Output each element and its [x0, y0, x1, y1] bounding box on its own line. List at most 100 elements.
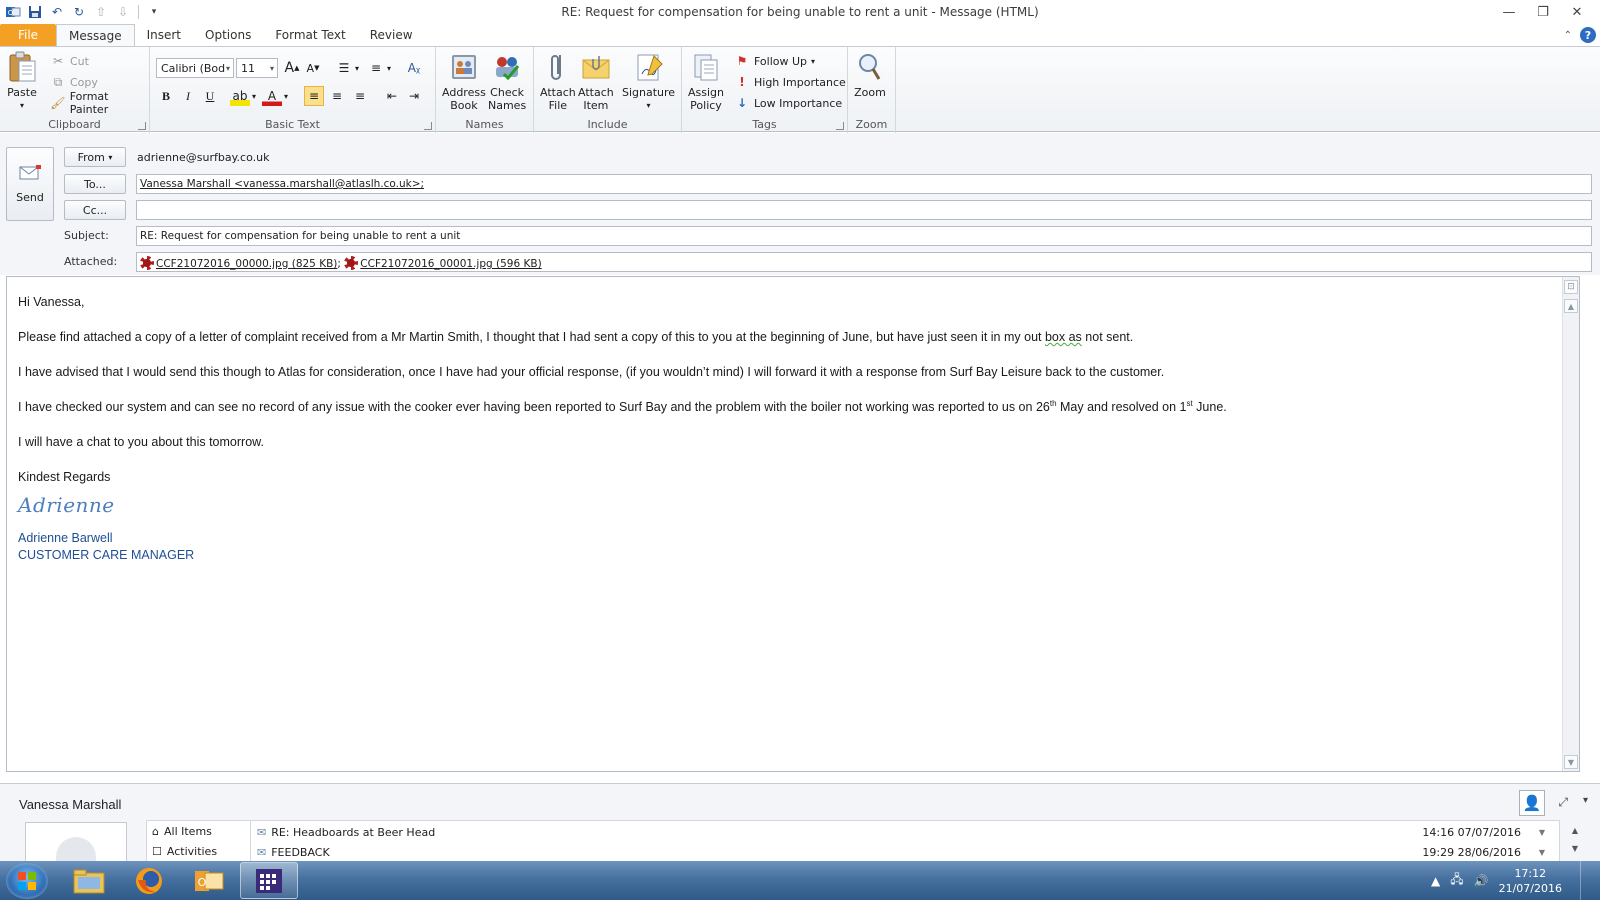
shrink-font-icon[interactable]: A ▼: [303, 58, 323, 78]
cut-button[interactable]: ✂ Cut: [50, 51, 89, 71]
highlight-icon[interactable]: ab: [230, 86, 250, 106]
tab-review[interactable]: Review: [358, 24, 425, 46]
tags-dialog-launcher[interactable]: [836, 122, 844, 130]
body-scrollbar[interactable]: ⊡ ▲ ▼: [1562, 277, 1579, 771]
paste-label: Paste: [7, 86, 37, 99]
redo-icon[interactable]: ↻: [70, 3, 88, 21]
show-hidden-icons-icon[interactable]: ▲: [1431, 874, 1440, 888]
italic-icon[interactable]: I: [178, 86, 198, 106]
paste-button[interactable]: Paste ▾: [6, 51, 38, 112]
undo-icon[interactable]: ↶: [48, 3, 66, 21]
assign-policy-button[interactable]: Assign Policy: [688, 51, 724, 112]
close-button[interactable]: ✕: [1560, 2, 1594, 22]
align-left-icon[interactable]: ≡: [304, 86, 324, 106]
names-group: Address Book Check Names Names: [436, 47, 534, 133]
align-center-icon[interactable]: ≡: [327, 86, 347, 106]
restore-button[interactable]: ❐: [1526, 2, 1560, 22]
tab-activities[interactable]: ☐ Activities: [147, 841, 250, 861]
underline-icon[interactable]: U: [200, 86, 220, 106]
font-name-combo[interactable]: Calibri (Bod ▾: [156, 58, 234, 78]
save-icon[interactable]: [26, 3, 44, 21]
numbering-icon[interactable]: ≡: [366, 58, 386, 78]
decrease-indent-icon[interactable]: ⇤: [382, 86, 402, 106]
copy-button[interactable]: ⧉ Copy: [50, 72, 98, 92]
next-item-icon[interactable]: ⇩: [114, 3, 132, 21]
basic-text-dialog-launcher[interactable]: [424, 122, 432, 130]
clipboard-dialog-launcher[interactable]: [138, 122, 146, 130]
cc-field[interactable]: [136, 200, 1592, 220]
chevron-down-icon[interactable]: ▾: [384, 58, 394, 78]
list-item[interactable]: ✉ FEEDBACK 19:29 28/06/2016 ▼: [257, 843, 1551, 861]
chevron-down-icon[interactable]: ▾: [249, 86, 259, 106]
tab-options[interactable]: Options: [193, 24, 263, 46]
cut-label: Cut: [70, 54, 89, 68]
attach-file-button[interactable]: Attach File: [540, 51, 576, 112]
ruler-toggle-icon[interactable]: ⊡: [1564, 280, 1578, 294]
customize-qat-icon[interactable]: ▾: [145, 3, 163, 21]
low-importance-button[interactable]: ↓ Low Importance: [734, 93, 842, 113]
follow-up-button[interactable]: ⚑ Follow Up ▾: [734, 51, 815, 71]
chevron-down-icon[interactable]: ▼: [1539, 848, 1545, 857]
format-painter-button[interactable]: 🖌 Format Painter: [50, 90, 149, 116]
scissors-icon: ✂: [52, 54, 64, 68]
increase-indent-icon[interactable]: ⇥: [404, 86, 424, 106]
cc-button[interactable]: Cc...: [64, 200, 126, 220]
contact-avatar-icon[interactable]: 👤: [1519, 790, 1545, 816]
chevron-down-icon[interactable]: ▾: [352, 58, 362, 78]
chevron-down-icon: ▾: [108, 152, 113, 162]
zoom-button[interactable]: Zoom: [854, 51, 886, 99]
show-desktop-button[interactable]: [1580, 861, 1592, 900]
align-right-icon[interactable]: ≡: [350, 86, 370, 106]
help-icon[interactable]: ?: [1580, 27, 1596, 43]
chevron-down-icon[interactable]: ▼: [1539, 828, 1545, 837]
tab-file[interactable]: File: [0, 24, 56, 46]
scroll-down-icon[interactable]: ▼: [1572, 840, 1578, 858]
chevron-down-icon[interactable]: ▾: [1583, 795, 1588, 806]
expand-pane-icon[interactable]: ⤢: [1558, 795, 1568, 810]
start-button[interactable]: [6, 863, 48, 899]
font-name-value: Calibri (Bod: [161, 61, 226, 75]
grammar-flag[interactable]: box as: [1045, 330, 1082, 344]
high-importance-button[interactable]: ! High Importance: [734, 72, 846, 92]
signature-button[interactable]: Signature ▾: [622, 51, 675, 112]
volume-icon[interactable]: 🔊: [1474, 874, 1489, 888]
minimize-ribbon-icon[interactable]: ⌃: [1564, 30, 1572, 41]
minimize-button[interactable]: —: [1492, 2, 1526, 22]
scroll-down-icon[interactable]: ▼: [1564, 755, 1578, 769]
tab-message[interactable]: Message: [56, 24, 135, 47]
message-body-editor[interactable]: Hi Vanessa, Please find attached a copy …: [6, 276, 1580, 772]
list-item[interactable]: ✉ RE: Headboards at Beer Head 14:16 07/0…: [257, 823, 1551, 842]
bold-icon[interactable]: B: [156, 86, 176, 106]
check-names-button[interactable]: Check Names: [488, 51, 526, 112]
address-book-button[interactable]: Address Book: [442, 51, 486, 112]
previous-item-icon[interactable]: ⇧: [92, 3, 110, 21]
attachment-item[interactable]: CCF21072016_00001.jpg (596 KB): [344, 256, 542, 270]
taskbar-firefox-icon[interactable]: [120, 862, 178, 899]
clock[interactable]: 17:12 21/07/2016: [1499, 866, 1562, 896]
from-button[interactable]: From ▾: [64, 147, 126, 167]
scroll-up-icon[interactable]: ▲: [1572, 822, 1578, 840]
to-button[interactable]: To...: [64, 174, 126, 194]
to-recipient[interactable]: Vanessa Marshall <vanessa.marshall@atlas…: [140, 178, 424, 190]
taskbar-explorer-icon[interactable]: [60, 862, 118, 899]
send-button[interactable]: Send: [6, 147, 54, 221]
tab-all-items[interactable]: ⌂ All Items: [147, 821, 250, 841]
taskbar-outlook-icon[interactable]: O: [180, 862, 238, 899]
clear-formatting-icon[interactable]: Aᵪ: [404, 58, 424, 78]
network-icon[interactable]: 🖧: [1450, 870, 1463, 891]
tab-format-text[interactable]: Format Text: [263, 24, 357, 46]
subject-field[interactable]: RE: Request for compensation for being u…: [136, 226, 1592, 246]
chevron-down-icon[interactable]: ▾: [281, 86, 291, 106]
people-pane-scroll[interactable]: ▲ ▼: [1572, 822, 1578, 858]
tab-insert[interactable]: Insert: [135, 24, 193, 46]
to-field[interactable]: Vanessa Marshall <vanessa.marshall@atlas…: [136, 174, 1592, 194]
attachment-item[interactable]: CCF21072016_00000.jpg (825 KB): [140, 256, 337, 270]
font-size-combo[interactable]: 11 ▾: [236, 58, 278, 78]
font-color-icon[interactable]: A: [262, 86, 282, 106]
outlook-app-icon[interactable]: O: [4, 3, 22, 21]
taskbar-calendar-app-icon[interactable]: [240, 862, 298, 899]
attach-item-button[interactable]: Attach Item: [578, 51, 614, 112]
scroll-up-icon[interactable]: ▲: [1564, 299, 1578, 313]
bullets-icon[interactable]: ☰: [334, 58, 354, 78]
grow-font-icon[interactable]: A ▲: [282, 58, 302, 78]
